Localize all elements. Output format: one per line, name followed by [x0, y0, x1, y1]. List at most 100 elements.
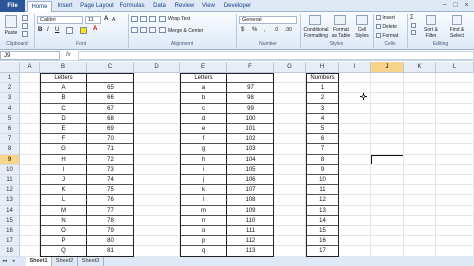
table1-header[interactable]: Letters	[40, 73, 87, 83]
orientation-icon[interactable]	[159, 16, 166, 22]
table3-value[interactable]: 3	[306, 104, 339, 114]
row-header-13[interactable]: 13	[0, 195, 20, 206]
close-icon[interactable]: ×	[462, 1, 471, 10]
row-header-7[interactable]: 7	[0, 134, 20, 145]
ribbon-tab-review[interactable]: Review	[172, 1, 197, 12]
row-header-9[interactable]: 9	[0, 154, 20, 165]
table1-code[interactable]: 68	[87, 114, 134, 124]
row-header-2[interactable]: 2	[0, 83, 20, 94]
table3-value[interactable]: 5	[306, 124, 339, 134]
table1-letter[interactable]: P	[40, 236, 87, 246]
table2-code[interactable]: 113	[227, 246, 274, 256]
table2-code[interactable]: 101	[227, 124, 274, 134]
table1-letter[interactable]: E	[40, 124, 87, 134]
ribbon-tab-file[interactable]: File	[0, 0, 25, 12]
table1-code[interactable]: 67	[87, 104, 134, 114]
table1-code[interactable]: 76	[87, 195, 134, 205]
table1-code[interactable]: 77	[87, 206, 134, 216]
currency-icon[interactable]: $	[241, 27, 244, 33]
table1-code[interactable]: 72	[87, 155, 134, 165]
align-right-icon[interactable]	[149, 27, 156, 33]
table2-letter[interactable]: k	[180, 185, 227, 195]
table2-letter[interactable]: h	[180, 155, 227, 165]
column-header-k[interactable]: K	[404, 62, 436, 73]
row-header-4[interactable]: 4	[0, 103, 20, 114]
ribbon-tab-formulas[interactable]: Formulas	[117, 1, 147, 12]
sort-filter-button[interactable]: Sort & Filter	[420, 27, 442, 39]
sheet-tab-sheet1[interactable]: Sheet1	[26, 257, 52, 266]
table1-letter[interactable]: B	[40, 93, 87, 103]
conditional-formatting-icon[interactable]	[309, 15, 321, 25]
font-size-combo[interactable]: 11	[85, 16, 101, 24]
align-middle-icon[interactable]	[140, 16, 147, 22]
sort-filter-icon[interactable]	[426, 15, 436, 25]
table3-header[interactable]: Numbers	[306, 73, 339, 83]
table2-code[interactable]: 97	[227, 83, 274, 93]
table2-code[interactable]: 112	[227, 236, 274, 246]
table1-code[interactable]: 79	[87, 226, 134, 236]
table3-value[interactable]: 4	[306, 114, 339, 124]
table1-code[interactable]: 75	[87, 185, 134, 195]
row-header-11[interactable]: 11	[0, 175, 20, 186]
grow-font-icon[interactable]: A	[104, 16, 108, 22]
table2-letter[interactable]: f	[180, 134, 227, 144]
ribbon-tab-insert[interactable]: Insert	[53, 1, 77, 12]
column-header-e[interactable]: E	[180, 62, 227, 73]
sheet-tab-sheet3[interactable]: Sheet3	[78, 257, 104, 266]
table3-value[interactable]: 9	[306, 165, 339, 175]
table1-code[interactable]: 73	[87, 165, 134, 175]
name-box[interactable]: J9	[0, 51, 60, 60]
table1-letter[interactable]: G	[40, 144, 87, 154]
row-header-1[interactable]: 1	[0, 73, 20, 84]
font-name-combo[interactable]: Calibri	[37, 16, 83, 24]
table1-code[interactable]: 66	[87, 93, 134, 103]
ribbon-tab-home[interactable]: Home	[27, 1, 52, 12]
fill-color-icon[interactable]	[80, 27, 87, 34]
format-painter-icon[interactable]	[22, 31, 28, 37]
table2-letter[interactable]: l	[180, 195, 227, 205]
indent-icon[interactable]	[159, 27, 166, 33]
cell-styles-icon[interactable]	[356, 15, 368, 25]
table2-code[interactable]: 111	[227, 226, 274, 236]
table2-letter[interactable]: q	[180, 246, 227, 256]
table1-letter[interactable]: D	[40, 114, 87, 124]
table2-letter[interactable]: p	[180, 236, 227, 246]
ribbon-tab-data[interactable]: Data	[148, 1, 171, 12]
table3-value[interactable]: 14	[306, 216, 339, 226]
table3-value[interactable]: 10	[306, 175, 339, 185]
table2-code[interactable]: 98	[227, 93, 274, 103]
sheet-tab-sheet2[interactable]: Sheet2	[52, 257, 78, 266]
table1-letter[interactable]: H	[40, 155, 87, 165]
table2-code[interactable]: 99	[227, 104, 274, 114]
restore-icon[interactable]: □	[451, 1, 460, 10]
column-header-f[interactable]: F	[227, 62, 274, 73]
table3-value[interactable]: 17	[306, 246, 339, 256]
column-header-i[interactable]: I	[339, 62, 371, 73]
paste-button[interactable]: Paste	[2, 30, 20, 36]
table2-letter[interactable]: b	[180, 93, 227, 103]
table2-letter[interactable]: m	[180, 206, 227, 216]
table1-code[interactable]: 71	[87, 144, 134, 154]
table2-letter[interactable]: i	[180, 165, 227, 175]
copy-icon[interactable]	[22, 23, 28, 29]
table3-value[interactable]: 8	[306, 155, 339, 165]
table1-letter[interactable]: I	[40, 165, 87, 175]
cut-icon[interactable]	[22, 15, 28, 21]
paste-icon[interactable]	[5, 15, 17, 28]
row-header-8[interactable]: 8	[0, 144, 20, 155]
font-color-icon[interactable]: A	[93, 26, 97, 32]
table3-value[interactable]: 13	[306, 206, 339, 216]
autosum-icon[interactable]: Σ	[410, 15, 414, 21]
table1-letter[interactable]: F	[40, 134, 87, 144]
format-table-icon[interactable]	[334, 15, 346, 25]
row-header-17[interactable]: 17	[0, 236, 20, 247]
table2-letter[interactable]: a	[180, 83, 227, 93]
wrap-text-button[interactable]: Wrap Text	[168, 16, 190, 22]
find-select-button[interactable]: Find & Select	[444, 27, 470, 39]
table2-code[interactable]: 104	[227, 155, 274, 165]
column-header-j[interactable]: J	[371, 62, 404, 73]
table1-letter[interactable]: A	[40, 83, 87, 93]
underline-icon[interactable]: U	[55, 27, 59, 33]
select-all-corner[interactable]	[0, 62, 20, 73]
table1-letter[interactable]: K	[40, 185, 87, 195]
